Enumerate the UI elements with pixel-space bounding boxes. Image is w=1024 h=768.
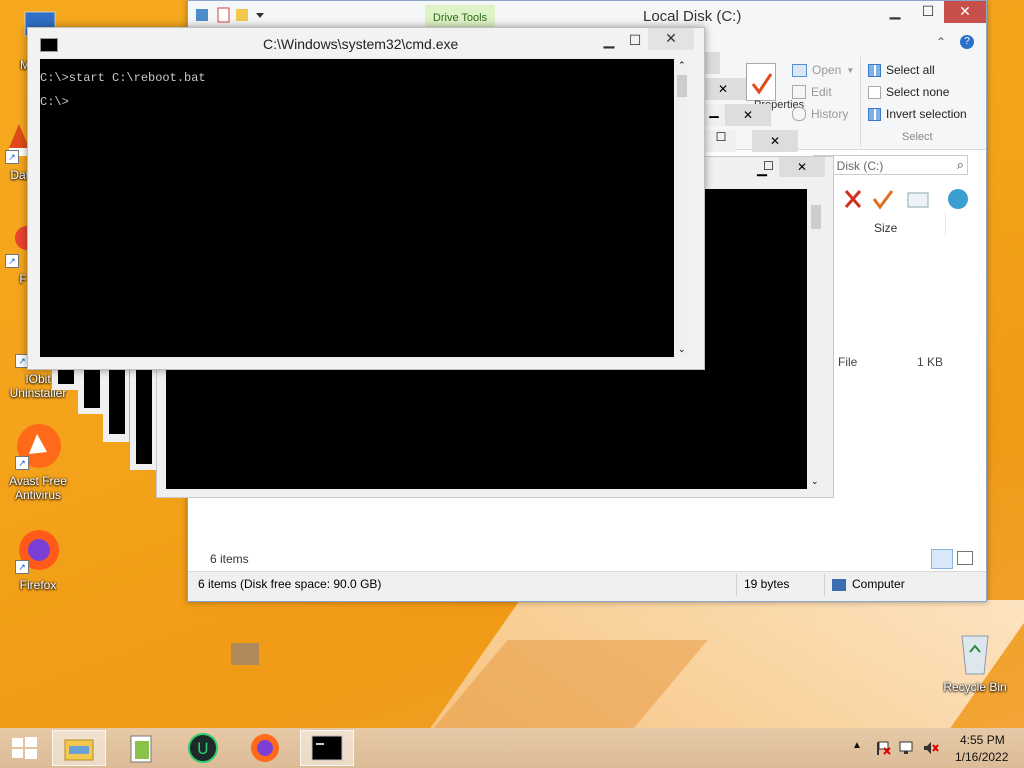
firefox-icon <box>251 734 279 762</box>
edit-icon <box>792 85 806 99</box>
desktop-icon-recycle-bin[interactable]: Recycle Bin <box>937 630 1013 694</box>
desktop-icon-avast[interactable]: ↗ Avast Free Antivirus <box>0 424 76 502</box>
search-input[interactable]: cal Disk (C:) <box>813 155 968 175</box>
ribbon-group-select: Select <box>902 131 933 143</box>
clock-date[interactable]: 1/16/2022 <box>955 750 1008 764</box>
desktop-icon-label: Recycle Bin <box>943 680 1007 694</box>
action-center-flag-icon[interactable] <box>874 740 892 756</box>
windows-logo-icon <box>12 737 37 759</box>
taskbar-file-explorer[interactable] <box>52 730 106 766</box>
firefox-icon: ↗ <box>15 528 61 574</box>
status-divider <box>824 574 825 596</box>
details-view-icon[interactable] <box>931 549 953 569</box>
desktop-artifact <box>231 643 259 665</box>
close-button[interactable]: ✕ <box>648 28 694 50</box>
history-button[interactable]: History <box>792 107 848 121</box>
shortcut-arrow-icon: ↗ <box>5 150 19 164</box>
start-button[interactable] <box>0 730 48 766</box>
open-button[interactable]: Open ▼ <box>792 63 854 77</box>
taskbar-iobit-uninstaller[interactable]: U <box>176 730 230 766</box>
desktop-icon-label: Firefox <box>19 578 57 592</box>
taskbar-firefox[interactable] <box>238 730 292 766</box>
console-line: C:\>start C:\reboot.bat <box>40 71 206 85</box>
maximize-button[interactable]: ☐ <box>912 1 944 23</box>
invert-selection-icon <box>868 107 881 121</box>
cmd-icon <box>311 735 343 761</box>
status-summary: 6 items (Disk free space: 90.0 GB) <box>198 577 382 591</box>
history-icon <box>792 107 806 121</box>
vertical-scrollbar[interactable]: ⌃ ⌄ <box>675 59 689 357</box>
window-title: Local Disk (C:) <box>643 8 742 25</box>
taskbar: U ▲ 4:55 PM 1/16/2022 <box>0 728 1024 768</box>
close-button[interactable]: ✕ <box>944 1 986 23</box>
status-location: Computer <box>852 577 905 591</box>
select-all-icon <box>868 63 881 77</box>
search-icon[interactable]: ⌕ <box>957 157 964 173</box>
recycle-bin-icon <box>952 630 998 676</box>
toolbar-action-icons[interactable] <box>838 187 978 215</box>
console-area[interactable]: C:\>start C:\reboot.bat C:\> <box>40 59 674 357</box>
notepad-plus-plus-icon <box>130 735 152 763</box>
desktop-icon-label: F <box>19 272 27 286</box>
minimize-button[interactable]: ▁ <box>598 30 620 52</box>
chevron-down-icon: ▼ <box>846 65 855 75</box>
tab-drive-tools[interactable]: Drive Tools <box>425 5 495 29</box>
edit-button[interactable]: Edit <box>792 85 832 99</box>
open-icon <box>792 63 807 77</box>
iobit-uninstaller-icon: U <box>188 733 218 763</box>
scroll-up-icon[interactable]: ⌃ <box>678 60 686 71</box>
desktop-icon-firefox[interactable]: ↗ Firefox <box>0 528 76 592</box>
scroll-thumb[interactable] <box>677 75 687 97</box>
computer-icon <box>832 579 846 591</box>
desktop-icon-label: Avast Free Antivirus <box>9 474 67 502</box>
console-prompt: C:\> <box>40 95 69 109</box>
file-explorer-icon <box>64 739 94 761</box>
column-header-size[interactable]: Size <box>874 221 897 235</box>
cmd-window[interactable]: C:\Windows\system32\cmd.exe ▁ ☐ ✕ C:\>st… <box>27 27 705 370</box>
vertical-scrollbar[interactable]: ⌄ <box>809 189 823 489</box>
explorer-title-bar[interactable]: Drive Tools Local Disk (C:) ▁ ☐ ✕ <box>188 1 986 29</box>
status-bar: 6 items (Disk free space: 90.0 GB) 19 by… <box>188 571 986 601</box>
help-icon[interactable]: ? <box>960 35 974 49</box>
cmd-title-bar[interactable]: C:\Windows\system32\cmd.exe ▁ ☐ ✕ <box>28 28 704 58</box>
show-hidden-icons[interactable]: ▲ <box>852 740 862 751</box>
ribbon-divider <box>860 57 861 147</box>
quick-access-toolbar-icon[interactable] <box>196 7 276 25</box>
select-all-button[interactable]: Select all <box>868 63 935 77</box>
svg-text:U: U <box>197 739 209 758</box>
shortcut-arrow-icon: ↗ <box>15 456 29 470</box>
status-selection-size: 19 bytes <box>744 577 790 591</box>
select-none-button[interactable]: Select none <box>868 85 949 99</box>
scroll-down-icon[interactable]: ⌄ <box>811 476 819 487</box>
collapse-ribbon-icon[interactable]: ⌃ <box>936 35 946 49</box>
volume-muted-icon[interactable] <box>922 740 940 756</box>
window-title: C:\Windows\system32\cmd.exe <box>263 36 459 52</box>
shortcut-arrow-icon: ↗ <box>5 254 19 268</box>
file-size-cell: 1 KB <box>917 355 944 369</box>
large-icons-view-icon[interactable] <box>957 551 973 565</box>
clock-time[interactable]: 4:55 PM <box>960 733 1005 747</box>
scroll-down-icon[interactable]: ⌄ <box>678 344 686 355</box>
status-divider <box>736 574 737 596</box>
shortcut-arrow-icon: ↗ <box>15 560 29 574</box>
avast-icon: ↗ <box>15 424 61 470</box>
select-none-icon <box>868 85 881 99</box>
invert-selection-button[interactable]: Invert selection <box>868 107 967 121</box>
items-count: 6 items <box>210 552 249 566</box>
taskbar-notepad-plus-plus[interactable] <box>114 730 168 766</box>
column-divider <box>945 213 946 235</box>
network-icon[interactable] <box>898 740 916 756</box>
cmd-icon <box>40 38 58 52</box>
minimize-button[interactable]: ▁ <box>878 1 912 23</box>
maximize-button[interactable]: ☐ <box>624 30 646 52</box>
taskbar-cmd[interactable] <box>300 730 354 766</box>
